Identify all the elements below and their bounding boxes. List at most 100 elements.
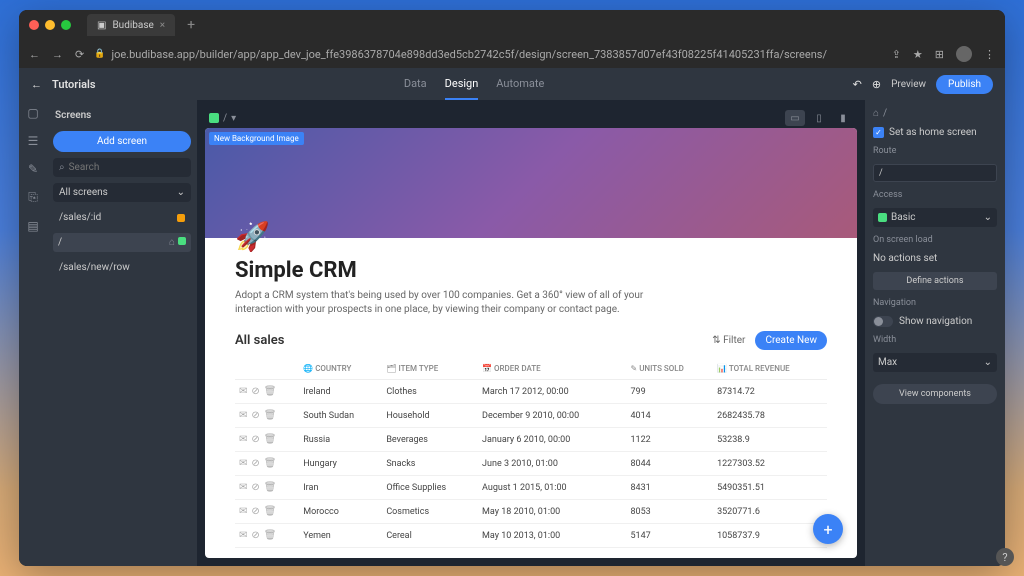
close-window-icon[interactable] (29, 20, 39, 30)
show-nav-toggle[interactable] (873, 316, 893, 327)
trash-icon[interactable]: 🗑 (264, 386, 277, 397)
close-tab-icon[interactable]: × (160, 20, 165, 31)
screen-filter-dropdown[interactable]: All screens ⌄ (53, 183, 191, 202)
onload-value: No actions set (873, 253, 997, 264)
screen-route: / (58, 237, 62, 248)
route-input[interactable]: / (873, 164, 997, 182)
tab-data[interactable]: Data (404, 69, 427, 100)
check-icon[interactable]: ⊘ (251, 410, 259, 421)
access-square-icon (878, 213, 887, 222)
check-icon[interactable]: ⊘ (251, 434, 259, 445)
page-title: Simple CRM (235, 258, 827, 283)
maximize-window-icon[interactable] (61, 20, 71, 30)
app-topbar: ← Tutorials Data Design Automate ↶ ⊕ Pre… (19, 68, 1005, 100)
breadcrumb[interactable]: / ▾ (209, 113, 236, 124)
new-tab-button[interactable]: + (187, 17, 195, 33)
col-units[interactable]: ✎ UNITS SOLD (626, 358, 713, 380)
tab-favicon-icon: ▣ (97, 20, 106, 31)
browser-tab[interactable]: ▣ Budibase × (87, 14, 175, 36)
minimize-window-icon[interactable] (45, 20, 55, 30)
screen-item-sales-new[interactable]: /sales/new/row (53, 258, 191, 277)
check-icon[interactable]: ⊘ (251, 386, 259, 397)
link-icon[interactable]: ⎘ (28, 190, 38, 205)
col-item[interactable]: 🗂 ITEM TYPE (382, 358, 478, 380)
table-row[interactable]: ✉⊘🗑YemenCerealMay 10 2013, 01:0051471058… (235, 524, 827, 548)
publish-button[interactable]: Publish (936, 75, 993, 94)
checkbox-checked-icon: ✓ (873, 127, 884, 138)
define-actions-button[interactable]: Define actions (873, 272, 997, 290)
tablet-icon[interactable]: ▯ (809, 110, 829, 126)
screen-item-sales-id[interactable]: /sales/:id (53, 208, 191, 227)
table-row[interactable]: ✉⊘🗑RussiaBeveragesJanuary 6 2010, 00:001… (235, 428, 827, 452)
check-icon[interactable]: ⊘ (251, 458, 259, 469)
screens-panel: Screens Add screen ⌕ × All screens ⌄ /sa… (47, 100, 197, 566)
reload-icon[interactable]: ⟳ (75, 48, 84, 61)
trash-icon[interactable]: 🗑 (264, 458, 277, 469)
forward-icon[interactable]: → (52, 48, 63, 61)
panel-breadcrumb[interactable]: ⌂/ (873, 108, 997, 119)
access-select[interactable]: Basic ⌄ (873, 208, 997, 227)
screen-item-root[interactable]: / ⌂ (53, 233, 191, 252)
star-icon[interactable]: ★ (913, 48, 923, 61)
home-screen-checkbox[interactable]: ✓ Set as home screen (873, 127, 997, 138)
col-rev[interactable]: 📊 TOTAL REVENUE (713, 358, 827, 380)
create-new-button[interactable]: Create New (755, 331, 827, 350)
trash-icon[interactable]: 🗑 (264, 506, 277, 517)
check-icon[interactable]: ⊘ (251, 530, 259, 541)
width-select[interactable]: Max ⌄ (873, 353, 997, 372)
tab-automate[interactable]: Automate (496, 69, 544, 100)
route-label: Route (873, 146, 997, 156)
check-icon[interactable]: ⊘ (251, 482, 259, 493)
tool-rail: ▢ ☰ ✎ ⎘ ▤ (19, 100, 47, 566)
canvas-area: / ▾ ▭ ▯ ▮ New Background Image 🚀 Simple … (197, 100, 865, 566)
table-row[interactable]: ✉⊘🗑East TimorSnacksMay 18 2013, 01:00157… (235, 548, 827, 549)
mail-icon[interactable]: ✉ (239, 506, 247, 517)
trash-icon[interactable]: 🗑 (264, 410, 277, 421)
profile-avatar[interactable] (956, 46, 972, 62)
menu-icon[interactable]: ⋮ (984, 48, 995, 61)
add-screen-button[interactable]: Add screen (53, 131, 191, 152)
list-icon[interactable]: ☰ (28, 134, 39, 148)
toggle-label: Show navigation (899, 316, 972, 327)
trash-icon[interactable]: 🗑 (264, 434, 277, 445)
table-row[interactable]: ✉⊘🗑MoroccoCosmeticsMay 18 2010, 01:00805… (235, 500, 827, 524)
back-icon[interactable]: ← (29, 48, 40, 61)
trash-icon[interactable]: 🗑 (264, 482, 277, 493)
mail-icon[interactable]: ✉ (239, 434, 247, 445)
table-row[interactable]: ✉⊘🗑IranOffice SuppliesAugust 1 2015, 01:… (235, 476, 827, 500)
app-back-icon[interactable]: ← (31, 78, 42, 91)
mail-icon[interactable]: ✉ (239, 530, 247, 541)
address-bar: ← → ⟳ 🔒 joe.budibase.app/builder/app/app… (19, 40, 1005, 68)
desktop-icon[interactable]: ▭ (785, 110, 805, 126)
mail-icon[interactable]: ✉ (239, 386, 247, 397)
filter-button[interactable]: ⇅ Filter (712, 335, 745, 346)
share-icon[interactable]: ⇪ (892, 48, 901, 61)
col-date[interactable]: 📅 ORDER DATE (478, 358, 626, 380)
search-input[interactable]: ⌕ × (53, 158, 191, 177)
tab-design[interactable]: Design (445, 69, 479, 100)
mail-icon[interactable]: ✉ (239, 458, 247, 469)
access-square-icon (178, 237, 186, 245)
mail-icon[interactable]: ✉ (239, 410, 247, 421)
table-row[interactable]: ✉⊘🗑HungarySnacksJune 3 2010, 01:00804412… (235, 452, 827, 476)
home-icon: ⌂ (873, 108, 879, 119)
col-country[interactable]: 🌐 COUNTRY (299, 358, 382, 380)
search-field[interactable] (69, 162, 202, 173)
bg-image-tag[interactable]: New Background Image (209, 132, 304, 145)
table-row[interactable]: ✉⊘🗑IrelandClothesMarch 17 2012, 00:00799… (235, 380, 827, 404)
trash-icon[interactable]: 🗑 (264, 530, 277, 541)
extension-icon[interactable]: ⊞ (935, 48, 944, 61)
mail-icon[interactable]: ✉ (239, 482, 247, 493)
preview-button[interactable]: Preview (891, 79, 926, 90)
globe-icon[interactable]: ⊕ (872, 78, 881, 91)
undo-icon[interactable]: ↶ (853, 78, 862, 91)
fab-add-button[interactable]: + (813, 514, 843, 544)
url-box[interactable]: 🔒 joe.budibase.app/builder/app/app_dev_j… (94, 48, 881, 61)
mobile-icon[interactable]: ▮ (833, 110, 853, 126)
table-row[interactable]: ✉⊘🗑South SudanHouseholdDecember 9 2010, … (235, 404, 827, 428)
brush-icon[interactable]: ✎ (28, 162, 38, 176)
screens-icon[interactable]: ▢ (27, 106, 38, 120)
view-components-button[interactable]: View components (873, 384, 997, 404)
layout-icon[interactable]: ▤ (27, 219, 38, 233)
check-icon[interactable]: ⊘ (251, 506, 259, 517)
